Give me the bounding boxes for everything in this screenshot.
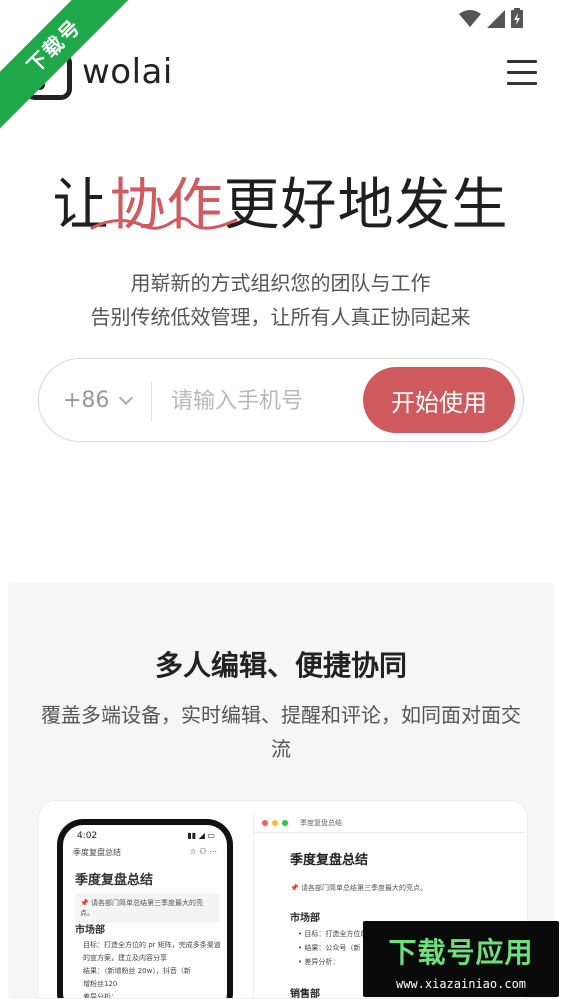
desktop-section2-title: 销售部 (290, 989, 320, 999)
phone-input[interactable] (171, 377, 357, 425)
phone-note-text: 请各部门简单总结第三季度最大的亮点。 (80, 899, 203, 917)
watermark-corner-text: 下载号 (0, 0, 139, 131)
list-item: 的宣方案，建立及内容分享 (83, 954, 167, 962)
country-code-value: +86 (63, 388, 110, 413)
maximize-dot-icon (282, 819, 288, 826)
phone-heading: 季度复盘总结 (75, 873, 154, 888)
list-item: 目标：打造全方位的 pr 矩阵，完成多条渠道 (83, 941, 221, 949)
close-dot-icon (262, 819, 268, 826)
watermark-bottom: 下载号应用 www.xiazainiao.com (363, 921, 559, 997)
signal-icon (487, 10, 505, 28)
phone-nav-icons: ☆ ⚇ ⋯ (189, 847, 217, 856)
status-icons (459, 8, 523, 28)
hero-title-post: 更好地发生 (223, 173, 509, 238)
phone-nav-title: 季度复盘总结 (73, 848, 121, 857)
hamburger-menu-icon[interactable] (507, 60, 537, 88)
desktop-section-title: 市场部 (290, 913, 320, 924)
hero-subtitle-line2: 告别传统低效管理，让所有人真正协同起来 (90, 305, 471, 329)
desktop-window-bar: 季度复盘总结 (254, 813, 527, 833)
watermark-bottom-title: 下载号应用 (388, 936, 534, 969)
phone-nav: 季度复盘总结 ☆ ⚇ ⋯ (73, 847, 217, 858)
phone-list: 目标：打造全方位的 pr 矩阵，完成多条渠道 的宣方案，建立及内容分享 结果：（… (83, 939, 221, 999)
feature-description: 覆盖多端设备，实时编辑、提醒和评论，如同面对面交流 (41, 703, 521, 761)
hero-subtitle: 用崭新的方式组织您的团队与工作 告别传统低效管理，让所有人真正协同起来 (0, 266, 561, 334)
signup-form: +86 开始使用 (38, 358, 524, 442)
phone-note: 📌 请各部门简单总结第三季度最大的亮点。 (75, 893, 219, 923)
list-item: 差异分析： (83, 993, 118, 999)
phone-status-icons: ▮▮ ◢ ▭ (187, 831, 215, 840)
watermark-bottom-url: www.xiazainiao.com (395, 977, 527, 991)
desktop-breadcrumb: 季度复盘总结 (300, 818, 342, 827)
start-button[interactable]: 开始使用 (363, 367, 515, 433)
wifi-icon (459, 10, 481, 27)
watermark-corner: 下载号 (0, 0, 140, 140)
feature-title: 多人编辑、便捷协同 (154, 649, 407, 682)
accent-underline-squiggle (90, 217, 238, 230)
desktop-heading: 季度复盘总结 (290, 853, 369, 868)
desktop-note-text: 请各部门简单总结第三季度最大的亮点。 (300, 884, 427, 892)
divider (151, 381, 152, 421)
hero-title: 让协作更好地发生 (0, 160, 561, 241)
phone-section-title: 市场部 (75, 925, 105, 936)
desktop-note: 📌 请各部门简单总结第三季度最大的亮点。 (290, 884, 427, 892)
minimize-dot-icon (272, 819, 278, 826)
phone-screen: 4:02 ▮▮ ◢ ▭ 季度复盘总结 ☆ ⚇ ⋯ 季度复盘总结 📌 请各部门简单… (63, 825, 227, 999)
phone-time: 4:02 (77, 831, 98, 841)
chevron-down-icon (119, 390, 134, 406)
list-item: 增粉丝120 (83, 980, 118, 988)
country-code-select[interactable]: +86 (63, 359, 134, 443)
battery-charging-icon (511, 8, 523, 28)
phone-mockup: 4:02 ▮▮ ◢ ▭ 季度复盘总结 ☆ ⚇ ⋯ 季度复盘总结 📌 请各部门简单… (57, 819, 233, 999)
hero-subtitle-line1: 用崭新的方式组织您的团队与工作 (130, 271, 431, 295)
list-item: 结果：（新增粉丝 20w），抖音（新 (83, 967, 191, 975)
